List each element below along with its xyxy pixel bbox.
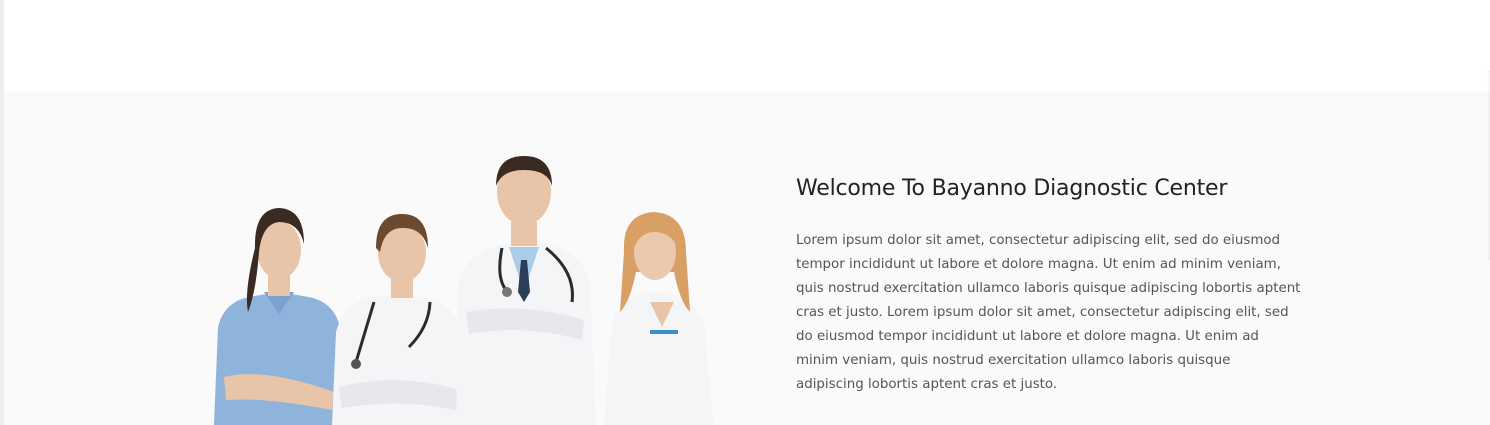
welcome-title: Welcome To Bayanno Diagnostic Center xyxy=(796,176,1228,201)
doctor-figure-2 xyxy=(332,214,464,425)
welcome-section: Welcome To Bayanno Diagnostic Center Lor… xyxy=(4,92,1490,425)
medical-team-image xyxy=(214,156,714,425)
top-blank-band xyxy=(4,0,1490,92)
welcome-description: Lorem ipsum dolor sit amet, consectetur … xyxy=(796,233,1301,392)
doctor-figure-1 xyxy=(214,208,344,425)
doctor-figure-3 xyxy=(456,156,596,425)
doctor-figure-4 xyxy=(604,212,714,425)
